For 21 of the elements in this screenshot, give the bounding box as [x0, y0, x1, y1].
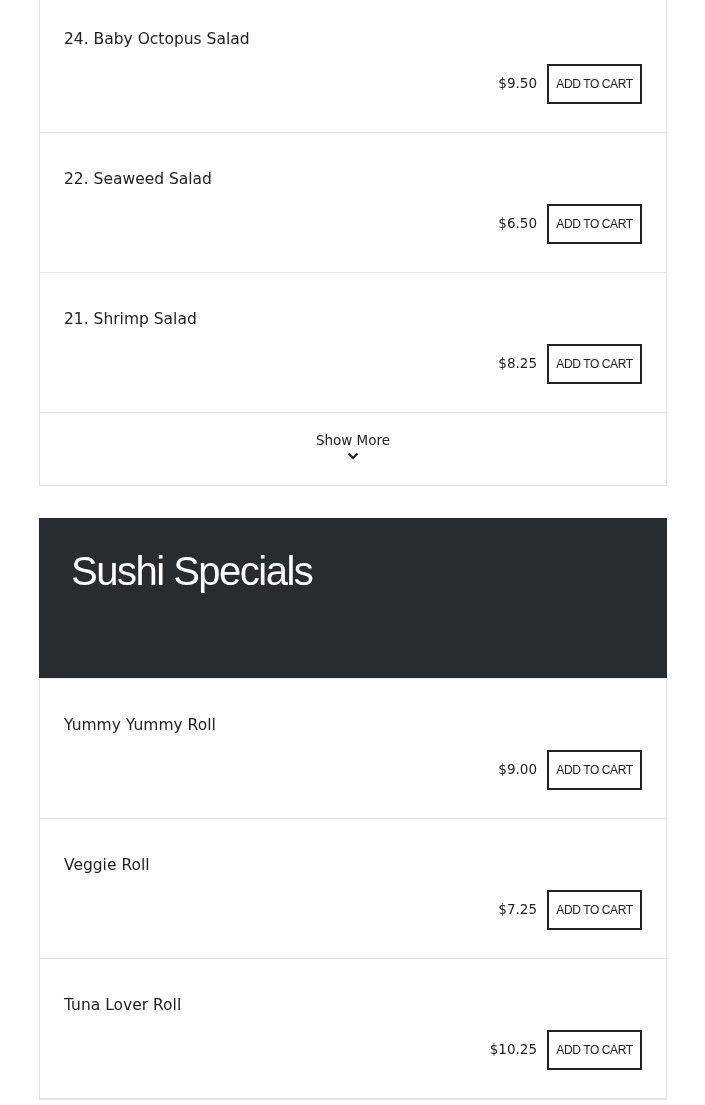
item-price: $9.50 [498, 75, 537, 91]
item-name: 21. Shrimp Salad [64, 309, 198, 329]
add-to-cart-button[interactable]: ADD TO CART [547, 1030, 642, 1070]
section-title: Sushi Specials [71, 548, 314, 595]
item-name: Yummy Yummy Roll [64, 715, 217, 735]
item-name: 22. Seaweed Salad [64, 169, 213, 189]
item-price: $7.25 [498, 901, 537, 917]
item-name: Veggie Roll [64, 855, 151, 875]
add-to-cart-button[interactable]: ADD TO CART [547, 890, 642, 930]
item-price: $8.25 [498, 355, 537, 371]
add-to-cart-button[interactable]: ADD TO CART [547, 204, 642, 244]
add-to-cart-button[interactable]: ADD TO CART [547, 64, 642, 104]
item-name: Tuna Lover Roll [64, 995, 183, 1015]
item-price: $10.25 [489, 1041, 537, 1057]
chevron-down-icon[interactable] [347, 452, 359, 460]
item-price: $6.50 [498, 215, 537, 231]
show-more-link[interactable]: Show More [315, 432, 391, 449]
add-to-cart-button[interactable]: ADD TO CART [547, 750, 642, 790]
item-name: 24. Baby Octopus Salad [64, 29, 251, 49]
add-to-cart-button[interactable]: ADD TO CART [547, 344, 642, 384]
item-price: $9.00 [498, 761, 537, 777]
